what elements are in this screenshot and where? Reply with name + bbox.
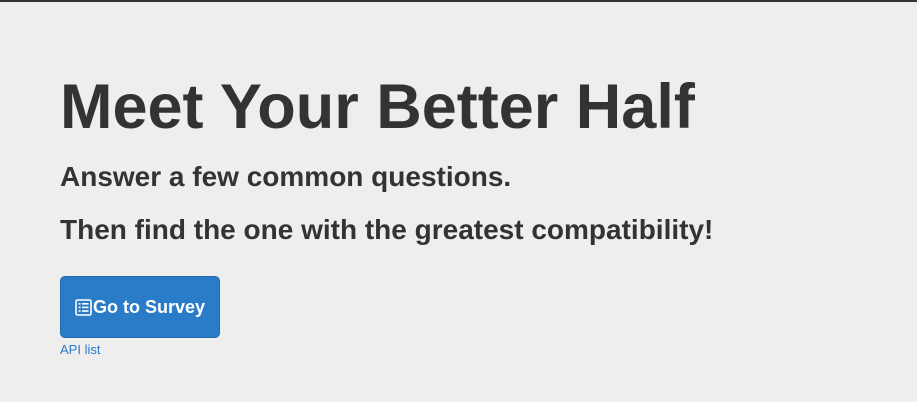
page-title: Meet Your Better Half [60, 72, 695, 142]
list-alt-icon [75, 298, 92, 316]
hero-subtitle-2: Then find the one with the greatest comp… [60, 214, 714, 245]
go-to-survey-label: Go to Survey [92, 296, 206, 317]
api-list-link[interactable]: API list [60, 342, 100, 358]
hero-subtitle-1: Answer a few common questions. [60, 161, 512, 192]
go-to-survey-button[interactable]: Go to Survey [60, 276, 220, 338]
jumbotron: Meet Your Better Half Answer a few commo… [0, 2, 917, 402]
